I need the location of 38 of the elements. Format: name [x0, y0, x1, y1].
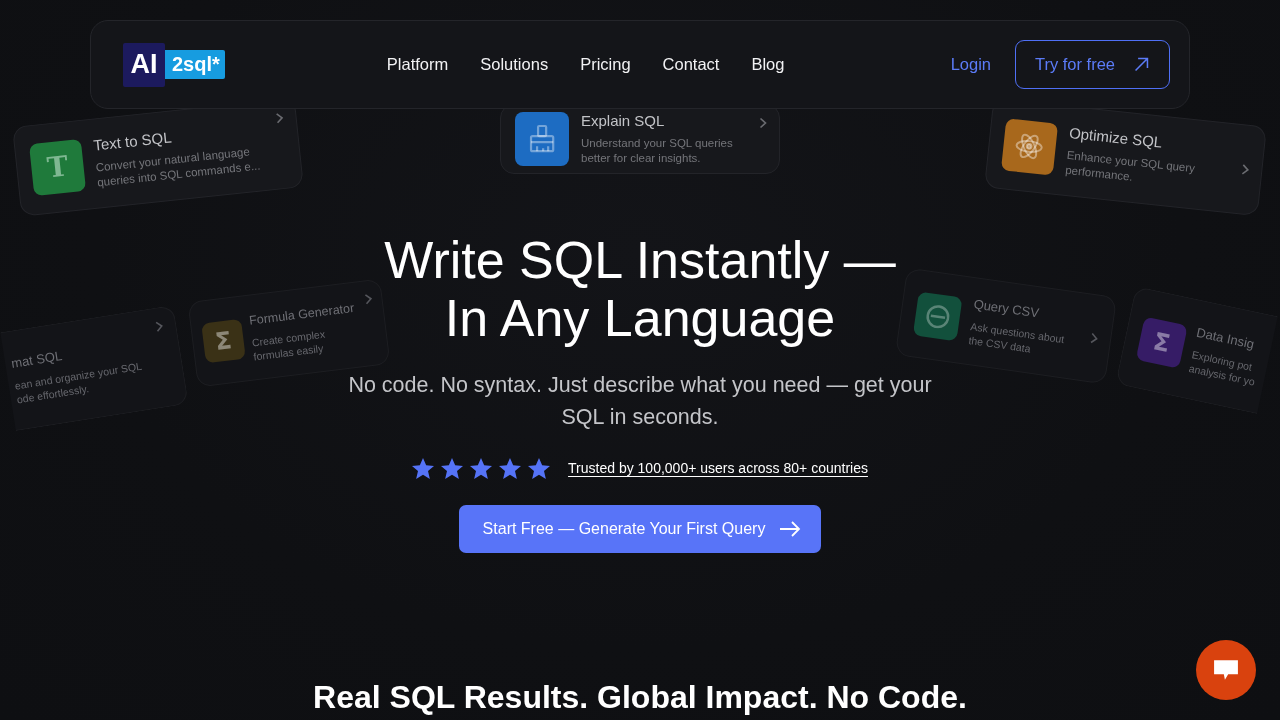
nav-link[interactable]: Solutions [480, 55, 549, 74]
star-icon [528, 457, 551, 479]
chevron-right-icon [275, 111, 285, 125]
try-for-free-button[interactable]: Try for free [1015, 40, 1170, 89]
card-description: Understand your SQL queries better for clear insights. [581, 136, 734, 166]
hero-subtitle: No code. No syntax. Just describe what you need — get your SQL in seconds. [347, 372, 933, 431]
nav-link[interactable]: Blog [751, 55, 785, 74]
trust-text: Trusted by 100,000+ users across 80+ countries [568, 460, 868, 476]
glyph-icon: Σ [1135, 316, 1188, 369]
card-title: Text to SQL [92, 127, 173, 154]
nav-link[interactable]: Platform [386, 55, 449, 74]
login-link[interactable]: Login [950, 55, 991, 74]
arrow-right-icon [779, 521, 802, 537]
arrow-up-right-icon [1133, 56, 1151, 73]
star-icon [412, 457, 435, 479]
chevron-right-icon [759, 117, 767, 129]
card-title: Optimize SQL [1068, 124, 1164, 151]
nav-link[interactable]: Contact [662, 55, 720, 74]
star-icon [441, 457, 464, 479]
card-title: Explain SQL [581, 112, 666, 130]
card-title: Data Insig [1195, 323, 1257, 352]
chat-button[interactable] [1196, 640, 1256, 700]
hero-heading: Write SQL Instantly — In Any Language [383, 231, 897, 347]
card-title: mat SQL [9, 347, 65, 371]
chevron-right-icon [1240, 163, 1250, 176]
glyph-icon: Σ [201, 318, 246, 364]
chevron-right-icon [1089, 331, 1099, 345]
glyph-icon: T [29, 139, 87, 197]
chevron-right-icon [154, 319, 165, 333]
start-free-button[interactable]: Start Free — Generate Your First Query [458, 505, 822, 553]
section-heading: Real SQL Results. Global Impact. No Code. [313, 678, 967, 717]
logo-wordmark: 2sql* [165, 50, 225, 79]
nav-link[interactable]: Pricing [580, 55, 631, 74]
star-icon [470, 457, 493, 479]
chevron-right-icon [363, 292, 374, 306]
logo-mark: AI [123, 42, 165, 87]
star-icon [499, 457, 522, 479]
chat-bubble-icon [1213, 659, 1239, 681]
